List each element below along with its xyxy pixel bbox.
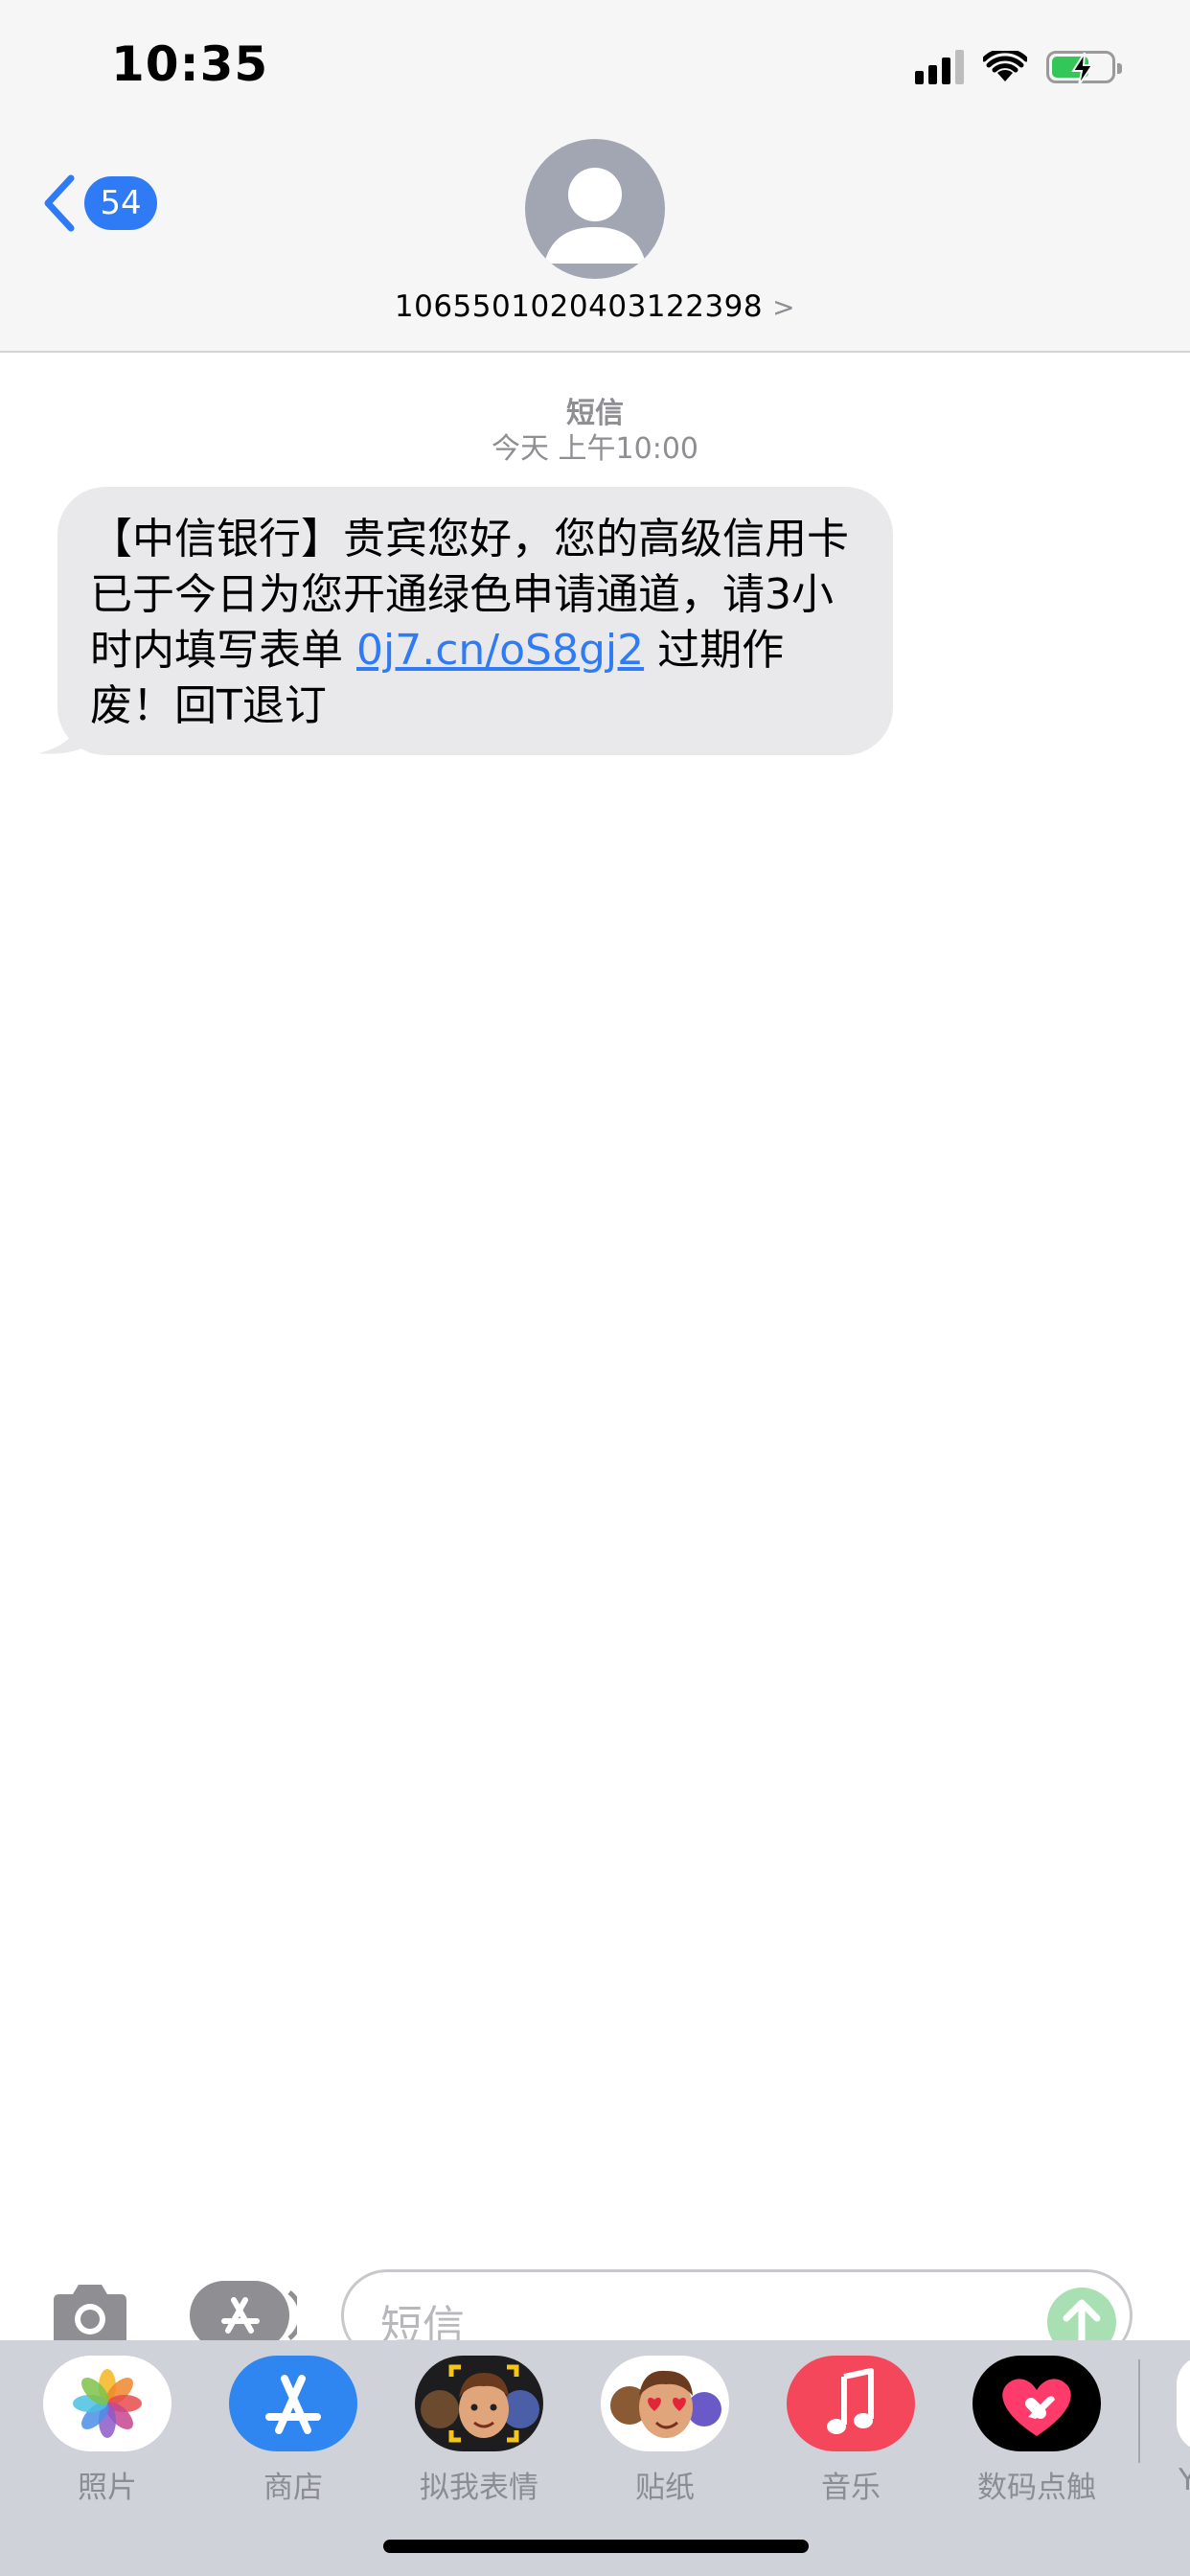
incoming-message-bubble[interactable]: 【中信银行】贵宾您好，您的高级信用卡已于今日为您开通绿色申请通道，请3小时内填写… (57, 487, 893, 755)
contact-number: 1065501020403122398 (394, 289, 764, 324)
app-label: 照片 (78, 2471, 137, 2505)
wifi-icon (983, 51, 1027, 81)
app-digital-touch[interactable]: 数码点触 (950, 2356, 1123, 2506)
app-partial[interactable] (1177, 2356, 1190, 2451)
person-icon (544, 168, 646, 264)
memoji-icon (415, 2356, 543, 2451)
message-link[interactable]: 0j7.cn/oS8gj2 (356, 626, 644, 675)
chevron-right-icon: > (772, 291, 796, 323)
app-label: 贴纸 (635, 2471, 695, 2505)
app-stickers[interactable]: 贴纸 (579, 2356, 751, 2506)
app-store[interactable]: 商店 (207, 2356, 379, 2506)
app-store-icon (229, 2356, 357, 2451)
photos-icon (43, 2356, 172, 2451)
stickers-icon (601, 2356, 729, 2451)
app-label: 商店 (263, 2471, 323, 2505)
message-timestamp: 今天 上午10:00 (492, 432, 698, 466)
camera-icon[interactable] (46, 2281, 134, 2344)
chevron-left-icon (44, 174, 75, 232)
contact-avatar[interactable] (525, 139, 665, 279)
app-music[interactable]: 音乐 (765, 2356, 937, 2506)
home-indicator[interactable] (383, 2540, 809, 2553)
app-partial-label: Y (1179, 2463, 1190, 2497)
drawer-divider (1138, 2359, 1140, 2463)
music-icon (787, 2356, 915, 2451)
conversation-header: 10:35 54 1065501020403122398 > (0, 0, 1190, 353)
app-photos[interactable]: 照片 (21, 2356, 194, 2506)
status-time: 10:35 (111, 36, 269, 92)
cellular-signal-icon (915, 50, 964, 84)
unread-count-badge: 54 (84, 176, 157, 230)
app-label: 数码点触 (977, 2471, 1096, 2505)
digital-touch-icon (973, 2356, 1101, 2451)
battery-charging-icon (1046, 51, 1122, 86)
contact-name-button[interactable]: 1065501020403122398 > (0, 289, 1190, 324)
compose-bar: 短信 (0, 2252, 1190, 2361)
app-memoji[interactable]: 拟我表情 (393, 2356, 565, 2506)
app-label: 拟我表情 (420, 2471, 538, 2505)
back-button[interactable]: 54 (42, 174, 157, 232)
app-label: 音乐 (821, 2471, 881, 2505)
status-icons (915, 46, 1122, 88)
